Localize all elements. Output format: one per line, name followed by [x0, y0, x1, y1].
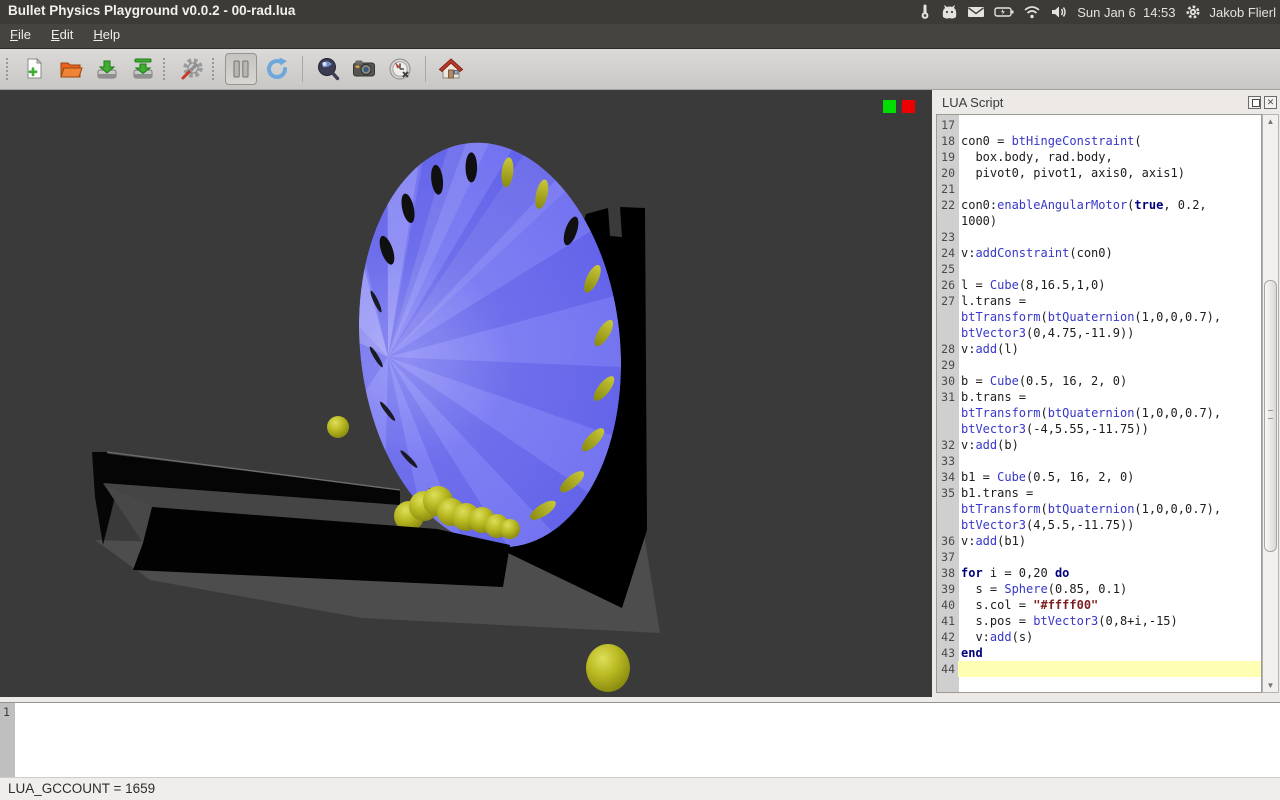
screenshot-button[interactable]	[348, 53, 380, 85]
code-row[interactable]: btVector3(0,4.75,-11.9))	[937, 325, 1261, 341]
yellow-sphere	[586, 644, 630, 692]
code-row[interactable]: 20 pivot0, pivot1, axis0, axis1)	[937, 165, 1261, 181]
code-row[interactable]: btTransform(btQuaternion(1,0,0,0.7),	[937, 501, 1261, 517]
close-icon: ✕	[1267, 97, 1275, 108]
code-row[interactable]: 28v:add(l)	[937, 341, 1261, 357]
cat-icon[interactable]	[941, 4, 958, 20]
user-menu[interactable]: Jakob Flierl	[1210, 5, 1276, 20]
sim-run-indicator	[883, 100, 896, 113]
code-row[interactable]: 31b.trans =	[937, 389, 1261, 405]
code-row[interactable]: 22con0:enableAngularMotor(true, 0.2,	[937, 197, 1261, 213]
sim-stop-indicator	[902, 100, 915, 113]
home-button[interactable]	[435, 53, 467, 85]
scroll-down-icon[interactable]: ▼	[1265, 681, 1276, 690]
code-row[interactable]: 38for i = 0,20 do	[937, 565, 1261, 581]
code-row[interactable]: 21	[937, 181, 1261, 197]
yellow-sphere	[327, 416, 349, 438]
code-row[interactable]: 19 box.body, rad.body,	[937, 149, 1261, 165]
window-title: Bullet Physics Playground v0.0.2 - 00-ra…	[8, 3, 295, 18]
code-row[interactable]: 1000)	[937, 213, 1261, 229]
date-label: Sun Jan 6	[1077, 5, 1136, 20]
menubar: FileEditHelp	[0, 24, 1280, 49]
toolbar-separator	[302, 56, 303, 82]
output-console[interactable]	[0, 702, 1280, 777]
save-button[interactable]	[91, 53, 123, 85]
open-file-button[interactable]	[55, 53, 87, 85]
pause-button[interactable]	[225, 53, 257, 85]
thermometer-icon[interactable]	[918, 4, 932, 20]
zoom-button[interactable]	[312, 53, 344, 85]
code-row[interactable]: 36v:add(b1)	[937, 533, 1261, 549]
volume-icon[interactable]	[1050, 5, 1068, 19]
tools-button[interactable]	[176, 53, 208, 85]
code-row[interactable]: btVector3(-4,5.55,-11.75))	[937, 421, 1261, 437]
clock-menu[interactable]: Sun Jan 6 14:53	[1077, 5, 1175, 20]
menu-edit[interactable]: Edit	[41, 24, 83, 46]
yellow-sphere	[500, 519, 520, 539]
menu-file[interactable]: File	[0, 24, 41, 46]
code-row[interactable]: 17	[937, 117, 1261, 133]
code-row[interactable]: 24v:addConstraint(con0)	[937, 245, 1261, 261]
output-line-number: 1	[3, 705, 10, 719]
code-editor[interactable]: 1718con0 = btHingeConstraint(19 box.body…	[936, 114, 1262, 693]
indicator-tray: Sun Jan 6 14:53 Jakob Flierl	[918, 0, 1276, 24]
save-as-button[interactable]	[127, 53, 159, 85]
code-row[interactable]: 18con0 = btHingeConstraint(	[937, 133, 1261, 149]
panel-close-button[interactable]: ✕	[1264, 96, 1277, 109]
time-button[interactable]	[384, 53, 416, 85]
wifi-icon[interactable]	[1023, 5, 1041, 19]
time-label: 14:53	[1143, 5, 1176, 20]
code-row[interactable]: 40 s.col = "#ffff00"	[937, 597, 1261, 613]
code-row[interactable]: btTransform(btQuaternion(1,0,0,0.7),	[937, 405, 1261, 421]
code-row[interactable]: 39 s = Sphere(0.85, 0.1)	[937, 581, 1261, 597]
code-row[interactable]: 34b1 = Cube(0.5, 16, 2, 0)	[937, 469, 1261, 485]
toolbar-grip[interactable]	[212, 58, 218, 80]
battery-icon[interactable]	[994, 6, 1014, 18]
code-row[interactable]: btVector3(4,5.5,-11.75))	[937, 517, 1261, 533]
code-row[interactable]: btTransform(btQuaternion(1,0,0,0.7),	[937, 309, 1261, 325]
statusbar	[0, 777, 1280, 800]
scroll-up-icon[interactable]: ▲	[1265, 117, 1276, 126]
code-row[interactable]: 35b1.trans =	[937, 485, 1261, 501]
code-row[interactable]: 25	[937, 261, 1261, 277]
toolbar-grip[interactable]	[6, 58, 12, 80]
code-row[interactable]: 44	[937, 661, 1261, 677]
code-row[interactable]: 27l.trans =	[937, 293, 1261, 309]
new-file-button[interactable]	[19, 53, 51, 85]
code-row[interactable]: 26l = Cube(8,16.5,1,0)	[937, 277, 1261, 293]
code-row[interactable]: 29	[937, 357, 1261, 373]
scrollbar-grip	[1268, 410, 1273, 419]
viewport-3d[interactable]	[0, 90, 932, 697]
code-row[interactable]: 37	[937, 549, 1261, 565]
code-row[interactable]: 30b = Cube(0.5, 16, 2, 0)	[937, 373, 1261, 389]
code-row[interactable]: 32v:add(b)	[937, 437, 1261, 453]
code-row[interactable]: 42 v:add(s)	[937, 629, 1261, 645]
menu-help[interactable]: Help	[83, 24, 130, 46]
mail-icon[interactable]	[967, 5, 985, 19]
toolbar-grip[interactable]	[163, 58, 169, 80]
panel-float-button[interactable]	[1248, 96, 1261, 109]
code-row[interactable]: 33	[937, 453, 1261, 469]
restore-icon	[1252, 99, 1260, 107]
refresh-button[interactable]	[261, 53, 293, 85]
code-row[interactable]: 23	[937, 229, 1261, 245]
code-row[interactable]: 43end	[937, 645, 1261, 661]
rim-hole	[466, 152, 478, 182]
titlebar: Bullet Physics Playground v0.0.2 - 00-ra…	[0, 0, 1280, 24]
toolbar	[0, 49, 1280, 90]
toolbar-separator	[425, 56, 426, 82]
lua-panel-title: LUA Script	[942, 95, 1003, 110]
code-row[interactable]: 41 s.pos = btVector3(0,8+i,-15)	[937, 613, 1261, 629]
status-text: LUA_GCCOUNT = 1659	[8, 781, 155, 796]
session-gear-icon[interactable]	[1185, 4, 1201, 20]
